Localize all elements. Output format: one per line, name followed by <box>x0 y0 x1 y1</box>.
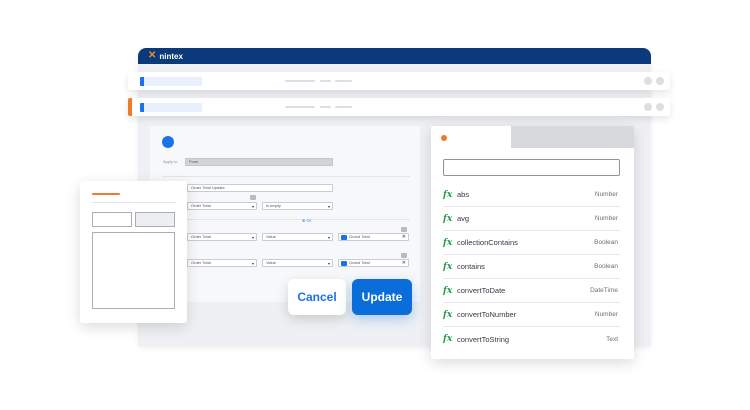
nintex-logo: ✕ nintex <box>148 50 183 62</box>
function-name: contains <box>457 262 485 271</box>
fx-icon: fx <box>443 285 453 296</box>
action-target-select[interactable]: Order Total ▾ <box>187 259 257 267</box>
rule-form-panel: Apply to Form Order Total Update Order T… <box>150 126 420 302</box>
action-value-field[interactable]: Grand Total ✕ <box>338 259 409 267</box>
function-list: fx abs Number fx avg Number fx collectio… <box>443 183 620 351</box>
action-value-field[interactable]: Grand Total ✕ <box>338 233 409 241</box>
function-return-type: DateTime <box>590 287 618 294</box>
action-type-value: Value <box>266 260 276 265</box>
function-return-type: Number <box>594 191 618 198</box>
divider <box>162 176 410 177</box>
function-item-convert-to-string[interactable]: fx convertToString Text <box>443 327 620 351</box>
variable-chip-icon <box>341 235 347 240</box>
brand-bar: ✕ nintex <box>138 48 651 64</box>
function-return-type: Text <box>606 335 618 343</box>
cancel-button[interactable]: Cancel <box>288 279 346 315</box>
strip-tag <box>140 103 202 112</box>
strip-line <box>335 80 352 82</box>
window-control-dot[interactable] <box>644 103 652 111</box>
update-button[interactable]: Update <box>352 279 412 315</box>
card-accent <box>92 193 120 195</box>
action-value-text: Grand Total <box>349 234 370 239</box>
brand-name: nintex <box>159 51 183 61</box>
function-name: convertToDate <box>457 286 506 295</box>
function-return-type: Number <box>594 311 618 318</box>
function-name: collectionContains <box>457 238 518 247</box>
action-type-select[interactable]: Value ▾ <box>262 233 333 241</box>
function-name: convertToNumber <box>457 310 517 319</box>
tab-inactive[interactable] <box>511 126 634 148</box>
function-search-input[interactable] <box>443 159 620 176</box>
strip-accent <box>128 98 132 116</box>
row-badge <box>401 227 407 232</box>
add-or-link[interactable]: ⊕ Or <box>302 218 311 223</box>
card-divider <box>92 202 176 203</box>
function-name: convertToString <box>457 334 510 344</box>
action-target-value: Order Total <box>191 234 211 239</box>
header-strip[interactable] <box>128 72 670 90</box>
fx-icon: fx <box>443 237 453 248</box>
header-strip-active[interactable] <box>128 98 670 116</box>
rule-name-field[interactable]: Order Total Update <box>187 184 333 192</box>
condition-operator-select[interactable]: is empty ▾ <box>262 202 333 210</box>
function-item-convert-to-date[interactable]: fx convertToDate DateTime <box>443 279 620 303</box>
fx-icon: fx <box>443 261 453 272</box>
function-return-type: Number <box>594 215 618 222</box>
fx-icon: fx <box>443 189 453 200</box>
clear-icon[interactable]: ✕ <box>402 234 406 240</box>
strip-line <box>285 106 315 108</box>
action-value-text: Grand Total <box>349 260 370 265</box>
card-button[interactable] <box>135 212 175 227</box>
action-type-value: Value <box>266 234 276 239</box>
action-type-select[interactable]: Value ▾ <box>262 259 333 267</box>
card-text-area[interactable] <box>92 232 175 309</box>
function-item-contains[interactable]: fx contains Boolean <box>443 255 620 279</box>
side-widget-card <box>80 181 187 323</box>
variable-chip-icon <box>341 261 347 266</box>
function-item-collection-contains[interactable]: fx collectionContains Boolean <box>443 231 620 255</box>
window-control-dot[interactable] <box>656 103 664 111</box>
chevron-down-icon: ▾ <box>327 235 330 240</box>
active-tab-dot-icon <box>441 135 447 141</box>
strip-line <box>320 106 331 108</box>
fx-icon: fx <box>443 213 453 224</box>
function-item-convert-to-number[interactable]: fx convertToNumber Number <box>443 303 620 327</box>
condition-left-value: Order Total <box>191 203 211 208</box>
fx-icon: fx <box>443 334 453 344</box>
divider <box>162 219 410 220</box>
chevron-down-icon: ▾ <box>251 261 254 266</box>
action-target-select[interactable]: Order Total ▾ <box>187 233 257 241</box>
function-item-abs[interactable]: fx abs Number <box>443 183 620 207</box>
row-badge <box>250 195 256 200</box>
strip-line <box>335 106 352 108</box>
condition-left-select[interactable]: Order Total ▾ <box>187 202 257 210</box>
fx-icon: fx <box>443 309 453 320</box>
window-control-dot[interactable] <box>644 77 652 85</box>
status-dot-icon <box>162 136 174 148</box>
window-control-dot[interactable] <box>656 77 664 85</box>
strip-line <box>320 80 331 82</box>
apply-to-field[interactable]: Form <box>185 158 333 166</box>
condition-operator-value: is empty <box>266 203 281 208</box>
action-target-value: Order Total <box>191 260 211 265</box>
strip-tag <box>140 77 202 86</box>
clear-icon[interactable]: ✕ <box>402 260 406 266</box>
function-return-type: Boolean <box>594 263 618 270</box>
chevron-down-icon: ▾ <box>327 261 330 266</box>
apply-to-label: Apply to <box>163 159 178 164</box>
chevron-down-icon: ▾ <box>251 204 254 209</box>
row-badge <box>401 253 407 258</box>
function-name: avg <box>457 214 470 223</box>
strip-line <box>285 80 315 82</box>
function-name: abs <box>457 190 470 199</box>
nintex-logo-icon: ✕ <box>148 50 157 61</box>
function-return-type: Boolean <box>594 239 618 246</box>
chevron-down-icon: ▾ <box>327 204 330 209</box>
card-input-field[interactable] <box>92 212 132 227</box>
chevron-down-icon: ▾ <box>251 235 254 240</box>
function-list-panel: fx abs Number fx avg Number fx collectio… <box>431 126 634 359</box>
function-item-avg[interactable]: fx avg Number <box>443 207 620 231</box>
